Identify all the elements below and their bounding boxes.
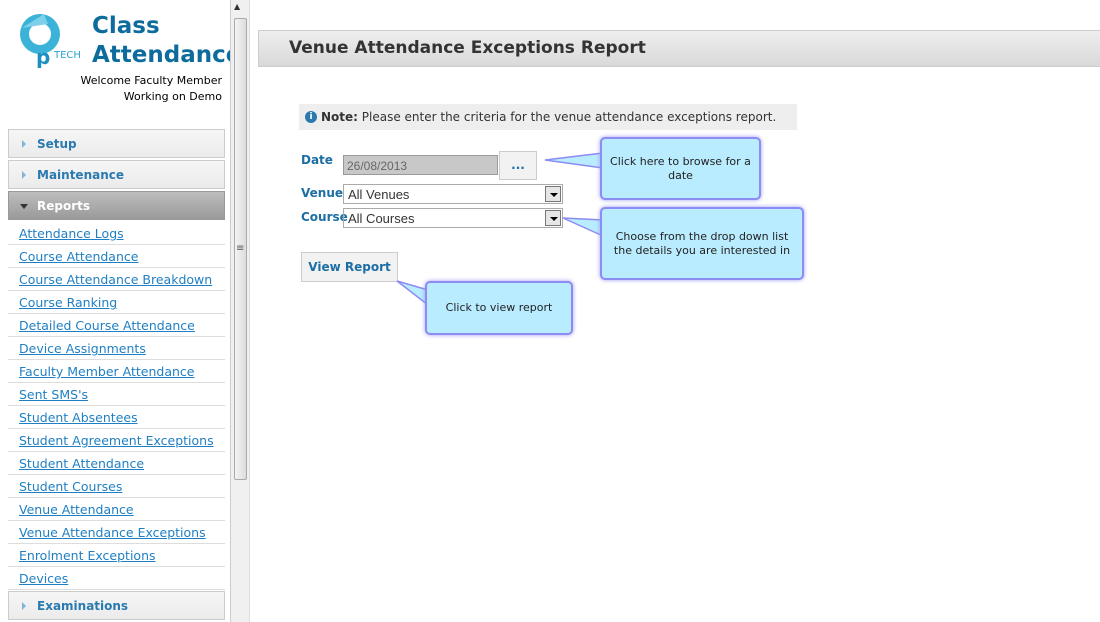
view-report-button[interactable]: View Report: [301, 252, 398, 282]
report-link-course-attendance-breakdown[interactable]: Course Attendance Breakdown: [19, 272, 212, 287]
report-link: Detailed Course Attendance: [8, 314, 225, 337]
date-field[interactable]: 26/08/2013: [343, 155, 498, 175]
note-box: i Note: Please enter the criteria for th…: [299, 104, 797, 130]
chevron-down-icon[interactable]: [545, 186, 561, 202]
itech-logo: p TECH: [20, 14, 81, 68]
expand-arrow-icon: [22, 171, 26, 179]
report-link-enrolment-exceptions[interactable]: Enrolment Exceptions: [19, 548, 156, 563]
accordion-reports[interactable]: Reports: [8, 191, 225, 220]
report-link: Student Absentees: [8, 406, 225, 429]
browse-date-button[interactable]: ...: [499, 151, 537, 180]
report-link-faculty-member-attendance[interactable]: Faculty Member Attendance: [19, 364, 194, 379]
report-link: Faculty Member Attendance: [8, 360, 225, 383]
splitter-handle-icon[interactable]: ≡: [236, 243, 244, 254]
page-title: Venue Attendance Exceptions Report: [258, 30, 1100, 67]
report-link-course-ranking[interactable]: Course Ranking: [19, 295, 117, 310]
accordion-maintenance[interactable]: Maintenance: [8, 160, 225, 189]
app-title: Class Attendance: [92, 13, 242, 68]
report-link: Student Courses: [8, 475, 225, 498]
note-label: Note:: [321, 110, 358, 124]
info-icon: i: [305, 111, 317, 123]
course-select[interactable]: All Courses: [343, 208, 563, 228]
report-link-venue-attendance-exceptions[interactable]: Venue Attendance Exceptions: [19, 525, 206, 540]
venue-label: Venue: [301, 186, 343, 200]
dropdown-callout: Choose from the drop down list the detai…: [600, 207, 804, 280]
report-link-student-courses[interactable]: Student Courses: [19, 479, 122, 494]
accordion-examinations[interactable]: Examinations: [8, 591, 225, 620]
report-link: Student Attendance: [8, 452, 225, 475]
report-link-student-agreement-exceptions[interactable]: Student Agreement Exceptions: [19, 433, 214, 448]
report-link-devices[interactable]: Devices: [19, 571, 68, 586]
note-text: Please enter the criteria for the venue …: [357, 110, 777, 124]
report-link-student-absentees[interactable]: Student Absentees: [19, 410, 138, 425]
course-label: Course: [301, 210, 348, 224]
report-link: Course Attendance: [8, 245, 225, 268]
report-link-sent-sms-s[interactable]: Sent SMS's: [19, 387, 88, 402]
date-callout: Click here to browse for a date: [600, 137, 761, 200]
report-link: Attendance Logs: [8, 222, 225, 245]
report-link: Course Attendance Breakdown: [8, 268, 225, 291]
accordion-setup[interactable]: Setup: [8, 129, 225, 158]
svg-text:p: p: [36, 45, 50, 68]
sidebar: p TECH Class Attendance Welcome Faculty M…: [0, 0, 241, 622]
view-report-callout: Click to view report: [425, 281, 573, 335]
svg-text:TECH: TECH: [53, 50, 81, 61]
report-link: Venue Attendance Exceptions: [8, 521, 225, 544]
scroll-up-icon[interactable]: ▲: [234, 2, 240, 11]
report-link: Devices: [8, 567, 225, 590]
expand-arrow-icon: [22, 602, 26, 610]
report-link-detailed-course-attendance[interactable]: Detailed Course Attendance: [19, 318, 195, 333]
report-link-student-attendance[interactable]: Student Attendance: [19, 456, 144, 471]
sidebar-scrollbar[interactable]: ▲: [230, 0, 250, 622]
welcome-text: Welcome Faculty Member: [80, 74, 222, 87]
chevron-down-icon[interactable]: [545, 210, 561, 226]
working-on-text: Working on Demo: [123, 90, 222, 103]
report-link: Venue Attendance: [8, 498, 225, 521]
report-link: Student Agreement Exceptions: [8, 429, 225, 452]
report-link-course-attendance[interactable]: Course Attendance: [19, 249, 138, 264]
reports-links: Attendance Logs Course Attendance Course A…: [8, 222, 225, 590]
report-link: Course Ranking: [8, 291, 225, 314]
report-link: Enrolment Exceptions: [8, 544, 225, 567]
report-link-device-assignments[interactable]: Device Assignments: [19, 341, 146, 356]
venue-select[interactable]: All Venues: [343, 184, 563, 204]
collapse-arrow-icon: [20, 204, 28, 209]
expand-arrow-icon: [22, 140, 26, 148]
report-link-attendance-logs[interactable]: Attendance Logs: [19, 226, 124, 241]
report-link-venue-attendance[interactable]: Venue Attendance: [19, 502, 134, 517]
date-label: Date: [301, 153, 333, 167]
report-link: Device Assignments: [8, 337, 225, 360]
report-link: Sent SMS's: [8, 383, 225, 406]
